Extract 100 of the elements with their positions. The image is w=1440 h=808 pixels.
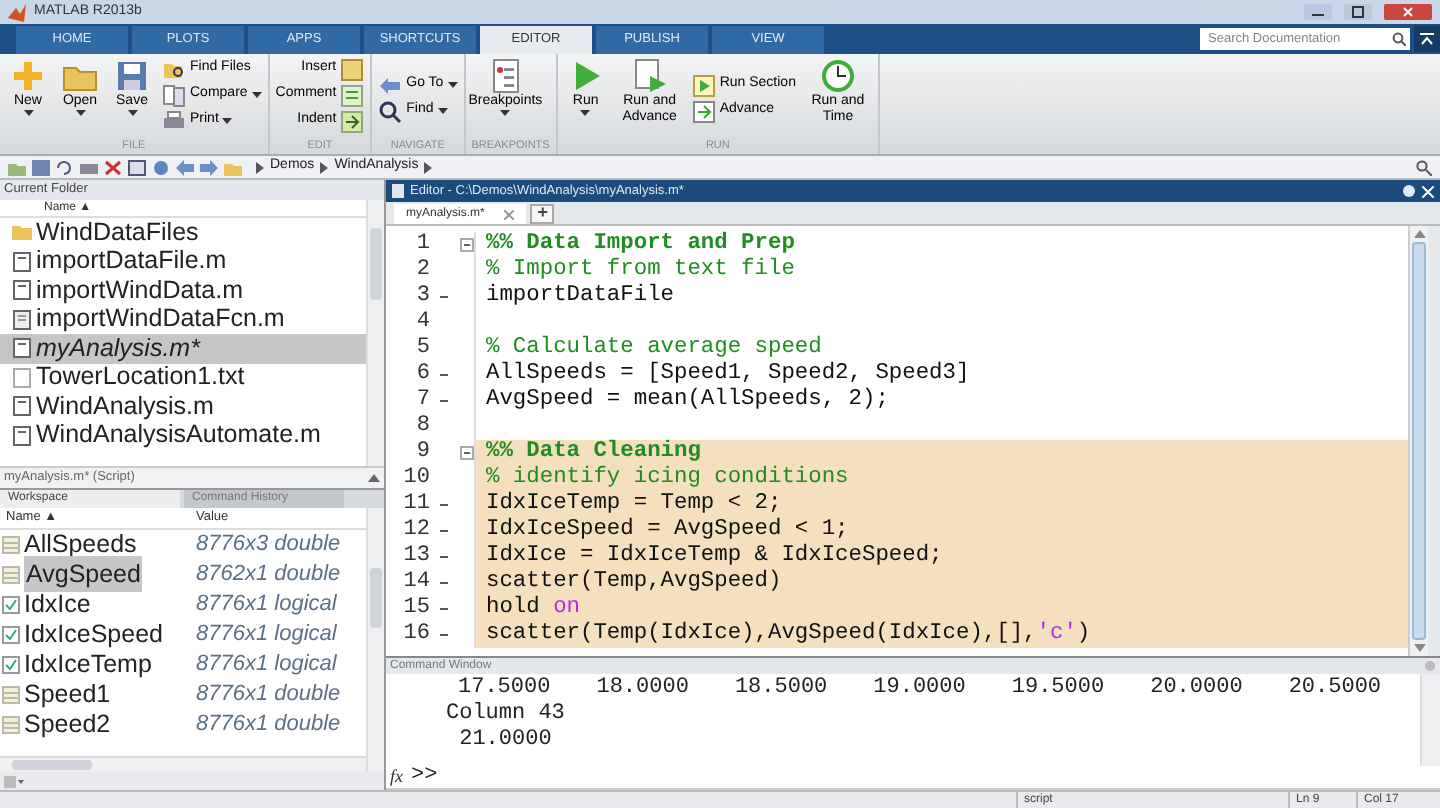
script-file-icon [12,425,32,446]
fold-toggle-icon[interactable] [459,238,473,252]
matrix-icon [2,565,20,583]
search-icon [1416,159,1432,175]
scrollbar-thumb[interactable] [370,228,382,300]
output-value: 19.0000 [873,676,966,702]
indent-icon [340,109,365,133]
command-prompt[interactable]: >> [411,760,438,794]
code-line: % Import from text file [484,258,797,283]
folder-icon [12,222,32,243]
scrollbar-thumb[interactable] [370,567,382,627]
collapse-ribbon-button[interactable] [1414,26,1440,52]
line-number: 6 [414,360,430,389]
script-file-icon [12,280,32,301]
line-number: 14 [401,568,430,597]
scrollbar[interactable] [1408,226,1428,656]
output-value: 20.0000 [1150,676,1243,702]
chevron-icon [320,161,329,173]
variable-row[interactable]: Speed1 8776x1 double [0,679,366,709]
output-value: 17.5000 [458,676,551,702]
find-icon [378,99,403,123]
file-row[interactable]: importWindData.m [0,276,366,305]
line-number: 2 [414,256,430,285]
window-icon [128,159,146,175]
variable-row[interactable]: AllSpeeds 8776x3 double [0,529,366,559]
file-row[interactable]: WindAnalysis.m [0,392,366,421]
plus-icon [10,58,46,94]
file-row[interactable]: WindDataFiles [0,218,366,247]
variable-row[interactable]: AvgSpeed 8762x1 double [0,559,366,589]
line-number: 3 [414,282,430,311]
line-number: 4 [414,308,430,337]
collapse-icon [1420,32,1434,46]
compare-icon [162,83,186,107]
undo-icon [56,159,74,175]
file-row[interactable]: importWindDataFcn.m [0,305,366,334]
script-file-icon [12,396,32,417]
output-value: 19.5000 [1011,676,1105,702]
variable-value: 8776x1 logical [196,619,337,650]
variable-row[interactable]: IdxIceTemp 8776x1 logical [0,649,366,679]
clock-icon [819,58,856,94]
line-number: 11 [401,490,430,519]
scrollbar[interactable] [1420,674,1440,766]
line-number: 15 [401,594,430,623]
line-number: 13 [401,542,430,571]
file-row[interactable]: TowerLocation1.txt [0,363,366,392]
scrollbar-thumb[interactable] [12,760,92,770]
file-row[interactable]: WindAnalysisAutomate.m [0,421,366,450]
scrollbar-thumb[interactable] [1412,242,1426,640]
variable-value: 8776x1 logical [196,649,337,680]
maximize-icon [1344,4,1372,20]
code-line: importDataFile [484,284,676,310]
script-file-icon [12,251,32,272]
fold-toggle-icon[interactable] [459,446,473,460]
document-arrow-icon [631,58,668,94]
scrollbar[interactable] [366,507,384,772]
script-file-icon [12,338,32,359]
output-text: Column 43 [446,702,567,728]
file-row[interactable]: importDataFile.m [0,247,366,276]
variable-value: 8776x1 double [196,709,341,740]
advance-icon [691,99,716,123]
variable-value: 8762x1 double [196,559,341,590]
chevron-icon [424,161,433,173]
code-line: AllSpeeds = [Speed1, Speed2, Speed3] [484,362,972,387]
output-value: 18.5000 [734,676,828,702]
close-icon [1422,185,1434,197]
line-number: 7 [414,386,430,415]
line-number: 8 [414,412,430,441]
minimize-icon [1304,4,1332,20]
scrollbar[interactable] [366,200,384,465]
text-file-icon [12,367,32,388]
variable-row[interactable]: Speed2 8776x1 double [0,709,366,739]
variable-row[interactable]: IdxIceSpeed 8776x1 logical [0,619,366,649]
function-file-icon [12,309,32,330]
code-line: %% Data Import and Prep [484,232,797,257]
document-icon [392,184,404,198]
function-browser-button[interactable]: fx [390,763,403,791]
matrix-icon [2,535,20,553]
scroll-up-icon [1413,230,1425,238]
forward-arrow-icon [200,159,218,175]
expand-icon [368,473,380,481]
output-text: 21.0000 [457,728,554,754]
file-row[interactable]: myAnalysis.m* [0,334,366,363]
matrix-icon [2,715,20,733]
variable-value: 8776x1 logical [196,589,337,620]
comment-icon [340,83,365,107]
line-number: 1 [414,230,430,259]
horizontal-scrollbar[interactable] [0,756,366,772]
matrix-icon [2,685,20,703]
delete-icon [104,159,122,175]
run-section-icon [691,73,716,97]
close-icon [1384,4,1432,20]
line-number: 9 [414,438,430,467]
back-arrow-icon [176,159,194,175]
search-icon [1392,32,1406,46]
output-value: 20.5000 [1288,676,1382,702]
variable-row[interactable]: IdxIce 8776x1 logical [0,589,366,619]
document-icon [487,58,524,94]
line-number: 12 [401,516,430,545]
new-tab-button[interactable]: + [530,204,555,224]
output-value: 18.0000 [596,676,689,702]
